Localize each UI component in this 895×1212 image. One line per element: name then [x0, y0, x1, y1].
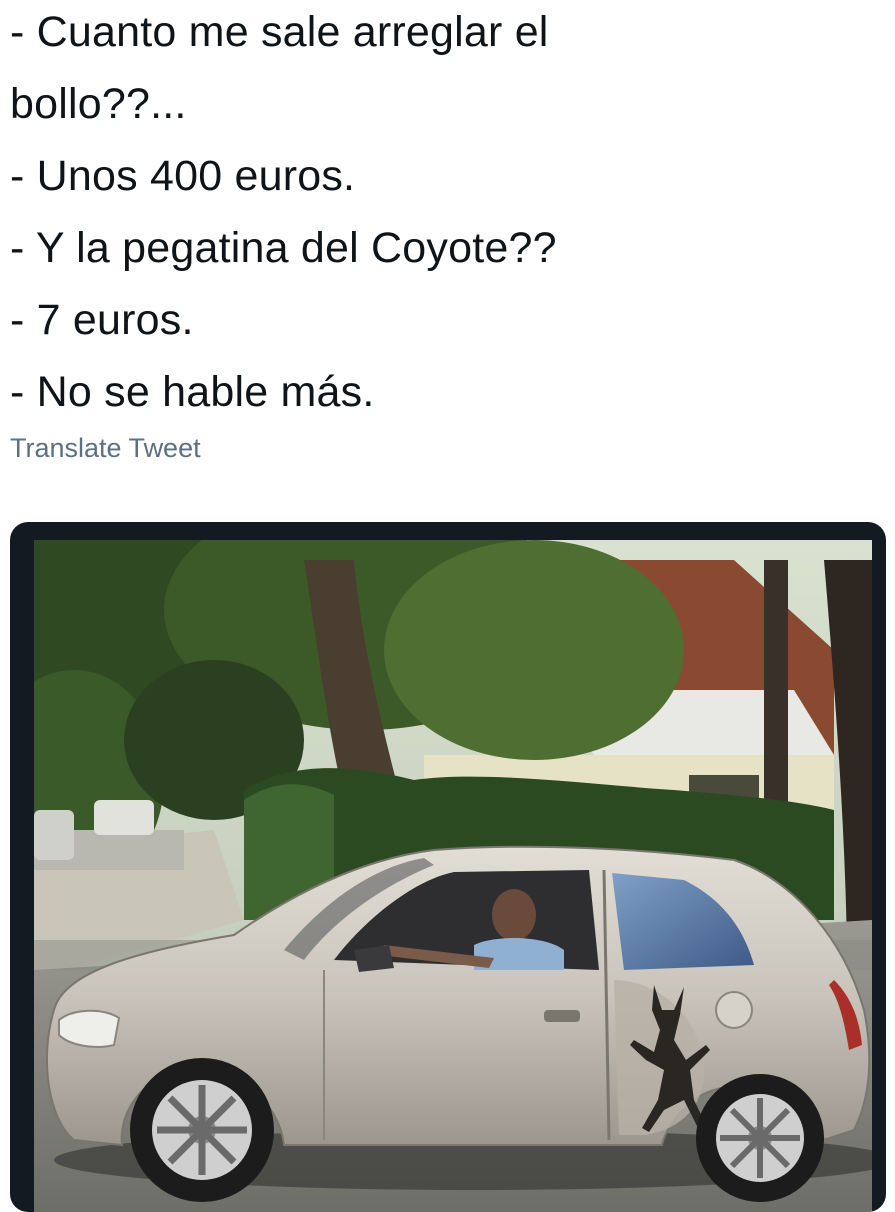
tweet-text: - Cuanto me sale arreglar el bollo??... …	[10, 0, 880, 428]
tweet-line: - Unos 400 euros.	[10, 152, 356, 200]
tweet-line: - No se hable más.	[10, 368, 375, 416]
car-photo	[34, 540, 872, 1212]
front-wheel	[130, 1058, 274, 1202]
tweet-line: - Cuanto me sale arreglar el	[10, 8, 549, 56]
tweet-media[interactable]	[10, 522, 886, 1212]
translate-tweet-link[interactable]: Translate Tweet	[10, 433, 201, 464]
tweet-line: - 7 euros.	[10, 296, 194, 344]
rear-wheel	[696, 1074, 824, 1202]
tweet-line: - Y la pegatina del Coyote??	[10, 224, 557, 272]
tweet-line: bollo??...	[10, 80, 187, 128]
